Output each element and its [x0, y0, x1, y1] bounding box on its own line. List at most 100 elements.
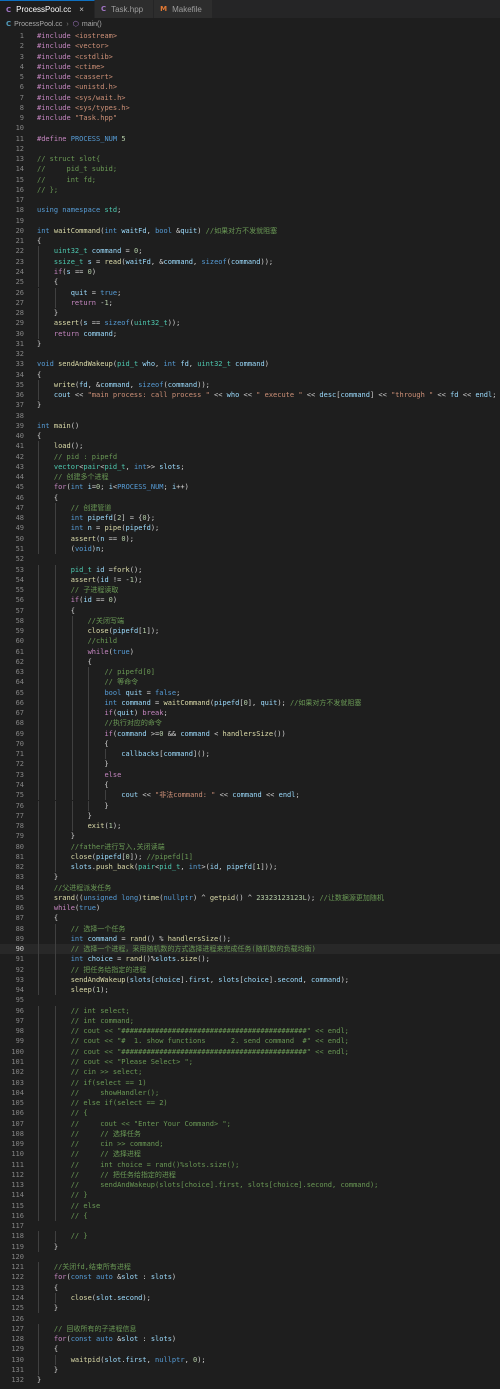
code-line[interactable]: 29 assert(s == sizeof(uint32_t)); — [0, 318, 500, 329]
code-line[interactable]: 80 //father进行写入,关闭读端 — [0, 841, 500, 852]
code-line[interactable]: 83 } — [0, 872, 500, 883]
code-line[interactable]: 132} — [0, 1375, 500, 1385]
code-line[interactable]: 33 void sendAndWakeup(pid_t who, int fd, … — [0, 359, 500, 369]
code-line[interactable]: 61 while(true) — [0, 646, 500, 657]
code-line[interactable]: 87 { — [0, 913, 500, 924]
code-line[interactable]: 121 //关闭fd,结束所有进程 — [0, 1262, 500, 1273]
code-line[interactable]: 27 return -1; — [0, 297, 500, 308]
code-line[interactable]: 95 — [0, 995, 500, 1005]
code-line[interactable]: 60 //child — [0, 636, 500, 647]
code-line[interactable]: 115 // else — [0, 1200, 500, 1211]
code-line[interactable]: 69 if(command >=0 && command < handlersS… — [0, 728, 500, 739]
code-line[interactable]: 128 for(const auto &slot : slots) — [0, 1334, 500, 1345]
code-line[interactable]: 10 — [0, 123, 500, 133]
code-line[interactable]: 14 // pid_t subid; — [0, 164, 500, 174]
code-line[interactable]: 78 exit(1); — [0, 821, 500, 832]
code-line[interactable]: 93 sendAndWakeup(slots[choice].first, sl… — [0, 974, 500, 986]
code-line[interactable]: 76 } — [0, 800, 500, 811]
code-line[interactable]: 126 — [0, 1314, 500, 1324]
code-line[interactable]: 75 cout << "非法command: " << command << e… — [0, 790, 500, 801]
code-line[interactable]: 52 — [0, 554, 500, 564]
code-line[interactable]: 72 } — [0, 759, 500, 770]
code-line[interactable]: 108 // // 选择任务 — [0, 1128, 500, 1140]
code-editor[interactable]: 1 #include <iostream> 2 #include <vector> 3 #… — [0, 31, 500, 1389]
code-line[interactable]: 40 { — [0, 431, 500, 441]
code-line[interactable]: 17 — [0, 195, 500, 205]
code-line[interactable]: 105 // else if(select == 2) — [0, 1098, 500, 1109]
code-line[interactable]: 15 // int fd; — [0, 175, 500, 185]
code-line[interactable]: 3 #include <cstdlib> — [0, 52, 500, 62]
code-line[interactable]: 55 // 子进程读取 — [0, 585, 500, 596]
code-line[interactable]: 37} — [0, 400, 500, 410]
code-line[interactable]: 90 // 选择一个进程，采用随机数的方式选择进程来完成任务(随机数的负载均衡) — [0, 944, 500, 955]
code-line[interactable]: 47 // 创建管道 — [0, 502, 500, 514]
code-line[interactable]: 98 // cout << "#########################… — [0, 1026, 500, 1037]
code-line[interactable]: 36 cout << "main process: call process "… — [0, 390, 500, 401]
code-line[interactable]: 16 // }; — [0, 185, 500, 195]
code-line[interactable]: 122 for(const auto &slot : slots) — [0, 1272, 500, 1283]
code-line[interactable]: 131 } — [0, 1364, 500, 1376]
code-line[interactable]: 67 if(quit) break; — [0, 708, 500, 719]
code-line[interactable]: 35 write(fd, &command, sizeof(command)); — [0, 379, 500, 391]
code-line[interactable]: 41 load(); — [0, 441, 500, 452]
code-line[interactable]: 110 // // 选择进程 — [0, 1149, 500, 1160]
code-line[interactable]: 96 // int select; — [0, 1005, 500, 1016]
code-line[interactable]: 127 // 回收所有的子进程信息 — [0, 1323, 500, 1334]
code-line[interactable]: 114 // } — [0, 1190, 500, 1201]
code-line[interactable]: 94 sleep(1); — [0, 985, 500, 996]
code-line[interactable]: 124 close(slot.second); — [0, 1292, 500, 1304]
close-icon[interactable]: × — [79, 5, 84, 14]
code-line[interactable]: 4 #include <ctime> — [0, 62, 500, 72]
code-line[interactable]: 74 { — [0, 779, 500, 791]
code-line[interactable]: 59 close(pipefd[1]); — [0, 626, 500, 637]
code-line[interactable]: 7 #include <sys/wait.h> — [0, 93, 500, 103]
code-line[interactable]: 50 assert(n == 0); — [0, 533, 500, 544]
code-line[interactable]: 45 for(int i=0; i<PROCESS_NUM; i++) — [0, 482, 500, 493]
code-line[interactable]: 92 // 把任务给指定的进程 — [0, 964, 500, 975]
code-line[interactable]: 54 assert(id != -1); — [0, 574, 500, 586]
code-line[interactable]: 34 { — [0, 370, 500, 380]
code-line[interactable]: 25 { — [0, 277, 500, 288]
code-line[interactable]: 20 int waitCommand(int waitFd, bool &quit… — [0, 226, 500, 236]
code-line[interactable]: 12 — [0, 144, 500, 154]
code-line[interactable]: 53 pid_t id =fork(); — [0, 564, 500, 575]
code-line[interactable]: 2 #include <vector> — [0, 41, 500, 51]
code-line[interactable]: 81 close(pipefd[0]); //pipefd[1] — [0, 851, 500, 863]
code-line[interactable]: 125 } — [0, 1303, 500, 1314]
code-line[interactable]: 6 #include <unistd.h> — [0, 82, 500, 92]
code-line[interactable]: 104 // showHandler(); — [0, 1087, 500, 1099]
code-line[interactable]: 111 // int choice = rand()%slots.size(); — [0, 1159, 500, 1170]
tab-processpool-cc[interactable]: C ProcessPool.cc × — [0, 0, 95, 18]
code-line[interactable]: 129 { — [0, 1344, 500, 1355]
code-line[interactable]: 89 int command = rand() % handlersSize()… — [0, 933, 500, 945]
code-line[interactable]: 30 return command; — [0, 328, 500, 339]
code-line[interactable]: 116 // { — [0, 1210, 500, 1222]
tab-task-hpp[interactable]: C Task.hpp — [94, 0, 155, 18]
code-line[interactable]: 43 vector<pair<pid_t, int>> slots; — [0, 461, 500, 473]
code-line[interactable]: 21 { — [0, 236, 500, 246]
breadcrumb-file[interactable]: ProcessPool.cc — [14, 21, 62, 28]
code-line[interactable]: 66 int command = waitCommand(pipefd[0], … — [0, 697, 500, 709]
code-line[interactable]: 11 #define PROCESS_NUM 5 — [0, 134, 500, 144]
code-line[interactable]: 9 #include "Task.hpp" — [0, 113, 500, 123]
code-line[interactable]: 77 } — [0, 810, 500, 821]
code-line[interactable]: 118 // } — [0, 1231, 500, 1242]
code-line[interactable]: 22 uint32_t command = 0; — [0, 246, 500, 257]
code-line[interactable]: 58 //关闭写端 — [0, 615, 500, 627]
code-line[interactable]: 86 while(true) — [0, 903, 500, 914]
code-line[interactable]: 51 (void)n; — [0, 544, 500, 555]
code-line[interactable]: 120 — [0, 1252, 500, 1262]
code-line[interactable]: 13 // struct slot{ — [0, 154, 500, 164]
code-line[interactable]: 117 — [0, 1221, 500, 1231]
code-line[interactable]: 57 { — [0, 605, 500, 616]
code-line[interactable]: 107 // cout << "Enter Your Command> "; — [0, 1118, 500, 1129]
code-line[interactable]: 130 waitpid(slot.first, nullptr, 0); — [0, 1354, 500, 1365]
code-line[interactable]: 101 // cout << "Please Select> "; — [0, 1057, 500, 1068]
code-line[interactable]: 1 #include <iostream> — [0, 31, 500, 41]
code-line[interactable]: 26 quit = true; — [0, 287, 500, 298]
breadcrumb-symbol[interactable]: main() — [82, 21, 102, 28]
code-line[interactable]: 79 } — [0, 831, 500, 842]
tab-makefile[interactable]: M Makefile — [154, 0, 213, 18]
code-line[interactable]: 99 // cout << "# 1. show functions 2. se… — [0, 1036, 500, 1047]
code-line[interactable]: 8 #include <sys/types.h> — [0, 103, 500, 113]
